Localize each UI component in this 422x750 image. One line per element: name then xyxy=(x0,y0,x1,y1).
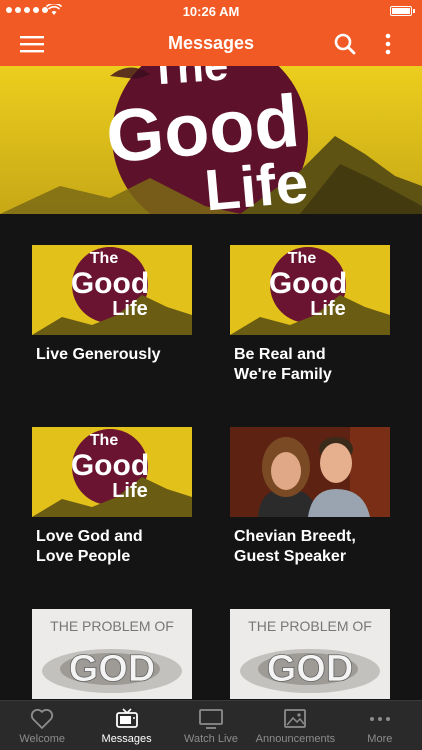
tab-label: Announcements xyxy=(255,733,336,745)
tv-icon xyxy=(115,708,138,728)
svg-text:Life: Life xyxy=(112,298,148,320)
svg-text:The: The xyxy=(90,250,119,267)
more-dots-icon xyxy=(369,717,390,721)
status-time: 10:26 AM xyxy=(182,4,240,19)
tab-announcements[interactable]: Announcements xyxy=(253,701,337,750)
tab-label: Welcome xyxy=(19,733,66,745)
tab-more[interactable]: More xyxy=(338,701,422,750)
image-icon xyxy=(284,709,307,728)
status-bar: 10:26 AM xyxy=(0,0,422,22)
message-card[interactable]: The Good Life Love God and Love People xyxy=(32,427,192,567)
hero-title-life: Life xyxy=(202,150,310,214)
problem-of-god-thumbnail: THE PROBLEM OF GOD xyxy=(230,609,390,699)
svg-text:The: The xyxy=(90,432,119,449)
svg-text:Good: Good xyxy=(71,449,149,482)
heart-icon xyxy=(31,708,54,729)
battery-icon xyxy=(390,6,415,16)
good-life-thumbnail: The Good Life xyxy=(230,245,390,335)
tab-welcome[interactable]: Welcome xyxy=(0,701,84,750)
messages-grid: The Good Life Live Generously The Good L… xyxy=(0,214,422,700)
message-card[interactable]: THE PROBLEM OF GOD xyxy=(230,609,390,700)
svg-text:GOD: GOD xyxy=(69,648,156,690)
svg-text:THE PROBLEM OF: THE PROBLEM OF xyxy=(248,618,372,634)
good-life-thumbnail: The Good Life xyxy=(32,245,192,335)
problem-of-god-thumbnail: THE PROBLEM OF GOD xyxy=(32,609,192,699)
tab-messages[interactable]: Messages xyxy=(84,701,168,750)
page-title: Messages xyxy=(167,33,255,53)
message-card[interactable]: THE PROBLEM OF GOD xyxy=(32,609,192,700)
tab-label: More xyxy=(367,733,393,745)
good-life-thumbnail: The Good Life xyxy=(32,427,192,517)
series-hero-banner[interactable]: The Good Life xyxy=(0,66,422,214)
monitor-icon xyxy=(199,709,223,729)
svg-text:THE PROBLEM OF: THE PROBLEM OF xyxy=(50,618,174,634)
message-card[interactable]: Chevian Breedt, Guest Speaker xyxy=(230,427,390,567)
message-card[interactable]: The Good Life Be Real and We're Family xyxy=(230,245,390,385)
message-card[interactable]: The Good Life Live Generously xyxy=(32,245,192,365)
svg-text:GOD: GOD xyxy=(267,648,354,690)
bottom-tab-bar: Welcome Messages Watch Live Announcement… xyxy=(0,700,422,750)
svg-text:Good: Good xyxy=(269,267,347,300)
message-title: Live Generously xyxy=(36,346,161,363)
message-title: Love God and Love People xyxy=(36,528,143,565)
navigation-bar: Messages xyxy=(0,22,422,66)
message-title: Be Real and We're Family xyxy=(234,346,332,383)
svg-text:Life: Life xyxy=(310,298,346,320)
overflow-menu-icon[interactable] xyxy=(380,32,396,56)
speaker-photo-thumbnail xyxy=(230,427,390,517)
svg-text:The: The xyxy=(288,250,317,267)
tab-label: Messages xyxy=(101,733,152,745)
tab-label: Watch Live xyxy=(184,733,239,745)
message-title: Chevian Breedt, Guest Speaker xyxy=(234,528,356,565)
svg-text:Good: Good xyxy=(71,267,149,300)
search-icon[interactable] xyxy=(333,32,357,56)
good-life-hero-art: The Good Life xyxy=(0,66,422,214)
tab-watch-live[interactable]: Watch Live xyxy=(169,701,253,750)
svg-text:Life: Life xyxy=(112,480,148,502)
